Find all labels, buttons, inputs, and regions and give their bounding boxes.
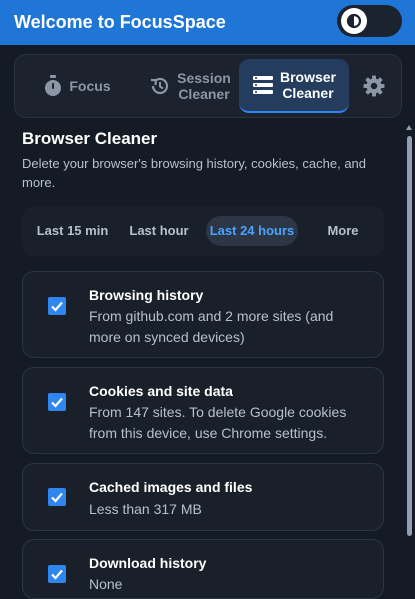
- item-description: From 147 sites. To delete Google cookies…: [89, 404, 347, 441]
- check-icon: [51, 569, 63, 580]
- item-cookies[interactable]: Cookies and site data From 147 sites. To…: [22, 367, 384, 454]
- tab-session-cleaner[interactable]: Session Cleaner: [139, 59, 241, 113]
- cached-images-checkbox[interactable]: [48, 488, 66, 506]
- check-icon: [51, 492, 63, 503]
- range-option-hour[interactable]: Last hour: [120, 216, 198, 246]
- range-option-24h[interactable]: Last 24 hours: [206, 216, 298, 246]
- history-icon: [151, 77, 169, 95]
- panel-title: Browser Cleaner: [22, 129, 158, 148]
- scroll-up-arrow-icon[interactable]: [406, 124, 412, 132]
- item-title: Cached images and files: [89, 479, 253, 495]
- item-description: None: [89, 576, 123, 592]
- panel-scrollbar[interactable]: [406, 124, 412, 536]
- tab-focus-label: Focus: [69, 78, 111, 94]
- theme-toggle[interactable]: [337, 5, 402, 37]
- item-download-history[interactable]: Download history None: [22, 539, 384, 599]
- moon-icon: [341, 8, 367, 34]
- panel-description: Delete your browser's browsing history, …: [22, 156, 367, 190]
- cookies-checkbox[interactable]: [48, 393, 66, 411]
- app-header: Welcome to FocusSpace: [0, 0, 415, 45]
- time-range-selector: Last 15 min Last hour Last 24 hours More: [22, 206, 384, 256]
- check-icon: [51, 397, 63, 408]
- scroll-thumb[interactable]: [407, 136, 412, 536]
- item-description: Less than 317 MB: [89, 501, 202, 517]
- tab-browser-cleaner[interactable]: Browser Cleaner: [239, 59, 349, 113]
- item-description: From github.com and 2 more sites (and mo…: [89, 308, 334, 345]
- tab-session-cleaner-label: Session Cleaner: [177, 70, 231, 102]
- list-icon: [252, 76, 273, 94]
- check-icon: [51, 301, 63, 312]
- range-option-more[interactable]: More: [310, 216, 376, 246]
- item-browsing-history[interactable]: Browsing history From github.com and 2 m…: [22, 271, 384, 358]
- stopwatch-icon: [45, 75, 62, 96]
- item-title: Browsing history: [89, 287, 204, 303]
- item-title: Download history: [89, 555, 207, 571]
- download-history-checkbox[interactable]: [48, 565, 66, 583]
- app-title: Welcome to FocusSpace: [14, 12, 226, 32]
- main-tabs: Focus Session Cleaner Browser Cleaner: [14, 54, 402, 118]
- range-option-15min[interactable]: Last 15 min: [30, 216, 115, 246]
- item-cached-images[interactable]: Cached images and files Less than 317 MB: [22, 463, 384, 531]
- tab-browser-cleaner-label: Browser Cleaner: [279, 69, 337, 101]
- item-title: Cookies and site data: [89, 383, 233, 399]
- tab-focus[interactable]: Focus: [21, 59, 133, 113]
- gear-icon: [363, 75, 385, 97]
- settings-button[interactable]: [360, 72, 388, 100]
- browsing-history-checkbox[interactable]: [48, 297, 66, 315]
